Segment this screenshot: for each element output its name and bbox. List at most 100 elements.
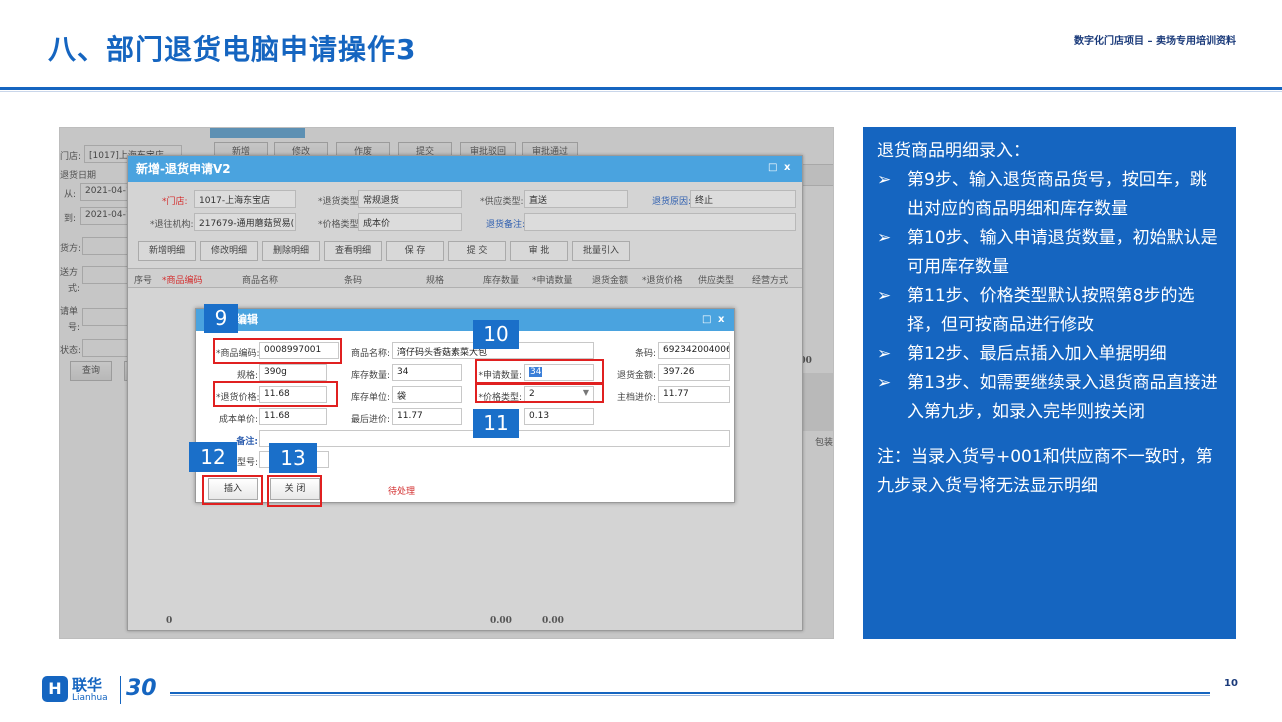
barcode-field: 6923420040064 xyxy=(658,342,730,359)
name-label: 商品名称: xyxy=(350,349,390,359)
footer-total-2: 0.00 xyxy=(542,616,564,626)
instruction-text: 第12步、最后点插入加入单据明细 xyxy=(907,344,1167,364)
instruction-panel: 退货商品明细录入： ➢ 第9步、输入退货商品货号，按回车，跳出对应的商品明细和库存… xyxy=(863,127,1236,639)
arrow-bullet-icon: ➢ xyxy=(877,344,892,364)
lianhua-logo-icon: H xyxy=(42,676,68,702)
store-field[interactable]: 1017-上海东宝店 xyxy=(194,190,296,208)
approve-button[interactable]: 审 批 xyxy=(510,241,568,261)
instruction-step-13: ➢ 第13步、如需要继续录入退货商品直接进入第九步，如录入完毕则按关闭 xyxy=(877,369,1222,427)
add-detail-button[interactable]: 新增明细 xyxy=(138,241,196,261)
col-name: 商品名称 xyxy=(242,276,279,286)
return-type-select[interactable]: 常规退货 xyxy=(358,190,462,208)
instruction-step-12: ➢ 第12步、最后点插入加入单据明细 xyxy=(877,340,1222,369)
instruction-step-10: ➢ 第10步、输入申请退货数量，初始默认是可用库存数量 xyxy=(877,224,1222,282)
step-badge-11: 11 xyxy=(473,409,519,438)
instruction-step-11: ➢ 第11步、价格类型默认按照第8步的选择，但可按商品进行修改 xyxy=(877,282,1222,340)
save-button[interactable]: 保 存 xyxy=(386,241,444,261)
lastprice-field: 11.77 xyxy=(392,408,462,425)
amount-label: 退货金额: xyxy=(616,371,656,381)
step-badge-10: 10 xyxy=(473,320,519,349)
cost-label: 成本单价: xyxy=(218,415,258,425)
stock-field: 34 xyxy=(392,364,462,381)
spec-field: 390g xyxy=(259,364,327,381)
highlight-price xyxy=(213,381,338,407)
submit-button[interactable]: 提 交 xyxy=(448,241,506,261)
highlight-close xyxy=(267,475,322,507)
cost-field: 11.68 xyxy=(259,408,327,425)
col-supply: 供应类型 xyxy=(698,276,735,286)
step-badge-9: 9 xyxy=(204,304,238,333)
step-badge-13: 13 xyxy=(269,443,317,473)
lastprice-label: 最后进价: xyxy=(350,415,390,425)
status-text: 待处理 xyxy=(388,487,416,497)
arrow-bullet-icon: ➢ xyxy=(877,286,892,306)
panel-title: 退货商品明细录入： xyxy=(877,141,1030,161)
logo-anniversary: 30 xyxy=(126,676,157,701)
footer-divider-thin xyxy=(170,695,1210,696)
mainprice-field: 11.77 xyxy=(658,386,730,403)
page-title: 八、部门退货电脑申请操作3 xyxy=(48,33,417,66)
page-number: 10 xyxy=(1224,678,1238,689)
stock-label: 库存数量: xyxy=(350,371,390,381)
store-label: *门店: xyxy=(162,197,188,207)
close-icon[interactable]: x xyxy=(784,162,790,173)
extra-field: 0.13 xyxy=(524,408,594,425)
col-barcode: 条码 xyxy=(344,276,363,286)
logo-separator xyxy=(120,676,121,704)
header-divider xyxy=(0,87,1282,90)
reason-field[interactable]: 终止 xyxy=(690,190,796,208)
header-divider-thin xyxy=(0,91,1282,92)
close-icon[interactable]: x xyxy=(718,314,724,325)
instruction-text: 第11步、价格类型默认按照第8步的选择，但可按商品进行修改 xyxy=(907,286,1195,335)
highlight-code xyxy=(213,338,342,364)
arrow-bullet-icon: ➢ xyxy=(877,170,892,190)
highlight-pricetype xyxy=(475,383,604,403)
detail-grid-header: 序号 *商品编码 商品名称 条码 规格 库存数量 *申请数量 退货金额 *退货价… xyxy=(128,268,802,288)
supply-type-select[interactable]: 直送 xyxy=(524,190,628,208)
footer-total-1: 0.00 xyxy=(490,616,512,626)
footer-count: 0 xyxy=(166,616,173,626)
col-index: 序号 xyxy=(134,276,153,286)
arrow-bullet-icon: ➢ xyxy=(877,373,892,393)
dialog-title: 新增-退货申请V2 xyxy=(128,156,802,182)
app-screenshot: 门店: [1017]上海东宝店 退货日期 从: 2021-04-15 到: 20… xyxy=(59,127,834,639)
mainprice-label: 主档进价: xyxy=(616,393,656,403)
panel-note: 注：当录入货号+001和供应商不一致时，第九步录入货号将无法显示明细 xyxy=(877,447,1213,496)
org-select[interactable]: 217679-通用蘑菇贸易( xyxy=(194,213,296,231)
minimize-icon[interactable]: □ xyxy=(702,314,711,325)
col-qty: *申请数量 xyxy=(532,276,573,286)
supply-type-label: *供应类型: xyxy=(480,197,524,207)
col-spec: 规格 xyxy=(426,276,445,286)
page-subtitle: 数字化门店项目 – 卖场专用培训资料 xyxy=(1074,36,1236,47)
remark-label: 退货备注: xyxy=(486,220,526,230)
org-label: *退往机构: xyxy=(150,220,194,230)
instruction-step-9: ➢ 第9步、输入退货商品货号，按回车，跳出对应的商品明细和库存数量 xyxy=(877,166,1222,224)
logo-cn: 联华 xyxy=(72,676,103,694)
spec-label: 规格: xyxy=(236,371,258,381)
col-price: *退货价格 xyxy=(642,276,683,286)
barcode-label: 条码: xyxy=(634,349,656,359)
arrow-bullet-icon: ➢ xyxy=(877,228,892,248)
minimize-icon[interactable]: □ xyxy=(768,162,777,173)
unit-field: 袋 xyxy=(392,386,462,403)
unit-label: 库存单位: xyxy=(350,393,390,403)
instruction-text: 第13步、如需要继续录入退货商品直接进入第九步，如录入完毕则按关闭 xyxy=(907,373,1218,422)
col-mode: 经营方式 xyxy=(752,276,789,286)
step-badge-12: 12 xyxy=(189,442,237,472)
edit-dialog-title: 编辑 xyxy=(196,309,734,331)
instruction-text: 第10步、输入申请退货数量，初始默认是可用库存数量 xyxy=(907,228,1218,277)
price-type-label: *价格类型: xyxy=(318,220,362,230)
return-type-label: *退货类型: xyxy=(318,197,362,207)
logo-en: Lianhua xyxy=(72,693,108,703)
reason-label: 退货原因: xyxy=(652,197,692,207)
remark-field[interactable] xyxy=(524,213,796,231)
delete-detail-button[interactable]: 删除明细 xyxy=(262,241,320,261)
lianhua-logo: H 联华 Lianhua 30 xyxy=(42,674,172,710)
view-detail-button[interactable]: 查看明细 xyxy=(324,241,382,261)
price-type-select[interactable]: 成本价 xyxy=(358,213,462,231)
footer-divider xyxy=(170,692,1210,694)
edit-detail-button[interactable]: 修改明细 xyxy=(200,241,258,261)
instruction-text: 第9步、输入退货商品货号，按回车，跳出对应的商品明细和库存数量 xyxy=(907,170,1207,219)
batch-import-button[interactable]: 批量引入 xyxy=(572,241,630,261)
col-amount: 退货金额 xyxy=(592,276,629,286)
